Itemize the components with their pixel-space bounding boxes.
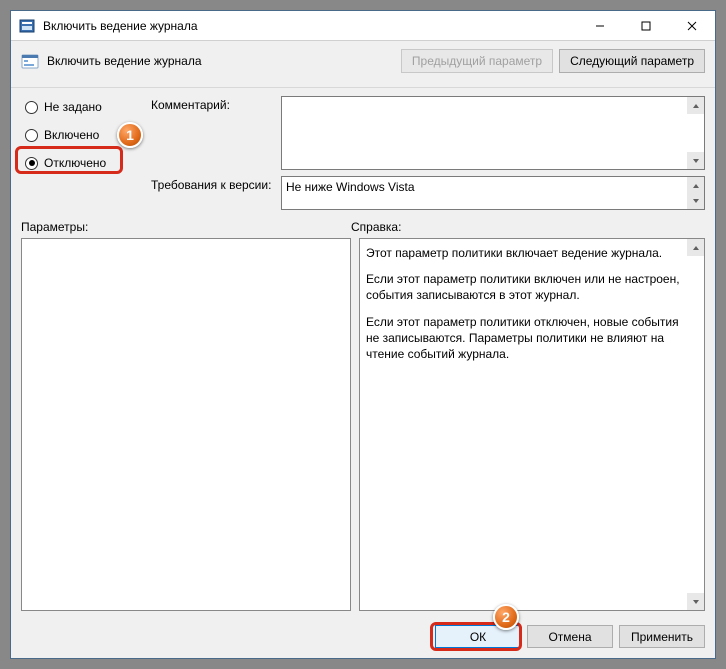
radio-label: Не задано <box>44 100 102 114</box>
panes: Этот параметр политики включает ведение … <box>11 238 715 617</box>
requirements-label: Требования к версии: <box>151 178 281 192</box>
radio-not-configured[interactable]: Не задано <box>21 98 151 116</box>
requirements-textarea[interactable]: Не ниже Windows Vista <box>281 176 705 210</box>
scroll-down-icon[interactable] <box>687 593 704 610</box>
help-pane[interactable]: Этот параметр политики включает ведение … <box>359 238 705 611</box>
policy-name-label: Включить ведение журнала <box>47 54 395 68</box>
help-text: Этот параметр политики включает ведение … <box>366 245 686 362</box>
scroll-up-icon[interactable] <box>687 97 704 114</box>
apply-button[interactable]: Применить <box>619 625 705 648</box>
field-inputs: Не ниже Windows Vista <box>281 92 705 210</box>
window-controls <box>577 11 715 40</box>
pane-labels: Параметры: Справка: <box>11 214 715 238</box>
radio-icon <box>25 157 38 170</box>
scroll-down-icon[interactable] <box>687 192 704 209</box>
previous-setting-button: Предыдущий параметр <box>401 49 553 73</box>
settings-row: Не задано Включено Отключено 1 Комментар… <box>11 88 715 214</box>
radio-label: Включено <box>44 128 99 142</box>
ok-button[interactable]: ОК <box>435 625 521 648</box>
help-paragraph: Этот параметр политики включает ведение … <box>366 245 686 261</box>
maximize-button[interactable] <box>623 11 669 40</box>
cancel-button[interactable]: Отмена <box>527 625 613 648</box>
radio-icon <box>25 101 38 114</box>
radio-disabled[interactable]: Отключено <box>21 154 151 172</box>
policy-icon <box>21 52 39 70</box>
next-setting-button[interactable]: Следующий параметр <box>559 49 705 73</box>
dialog-window: Включить ведение журнала Включить ведени… <box>10 10 716 659</box>
options-label: Параметры: <box>21 220 351 234</box>
help-label: Справка: <box>351 220 401 234</box>
content-area: Включить ведение журнала Предыдущий пара… <box>11 41 715 658</box>
help-paragraph: Если этот параметр политики включен или … <box>366 271 686 303</box>
help-paragraph: Если этот параметр политики отключен, но… <box>366 314 686 363</box>
comment-label: Комментарий: <box>151 98 281 112</box>
radio-label: Отключено <box>44 156 106 170</box>
options-pane[interactable] <box>21 238 351 611</box>
radio-group: Не задано Включено Отключено 1 <box>21 92 151 210</box>
window-title: Включить ведение журнала <box>43 19 577 33</box>
close-button[interactable] <box>669 11 715 40</box>
radio-icon <box>25 129 38 142</box>
requirements-value: Не ниже Windows Vista <box>286 180 415 194</box>
scroll-up-icon[interactable] <box>687 239 704 256</box>
titlebar: Включить ведение журнала <box>11 11 715 41</box>
scroll-down-icon[interactable] <box>687 152 704 169</box>
minimize-button[interactable] <box>577 11 623 40</box>
radio-enabled[interactable]: Включено <box>21 126 151 144</box>
app-icon <box>19 18 35 34</box>
comment-textarea[interactable] <box>281 96 705 170</box>
dialog-buttons: ОК Отмена Применить 2 <box>11 617 715 658</box>
field-labels: Комментарий: Требования к версии: <box>151 92 281 210</box>
header-row: Включить ведение журнала Предыдущий пара… <box>11 41 715 88</box>
